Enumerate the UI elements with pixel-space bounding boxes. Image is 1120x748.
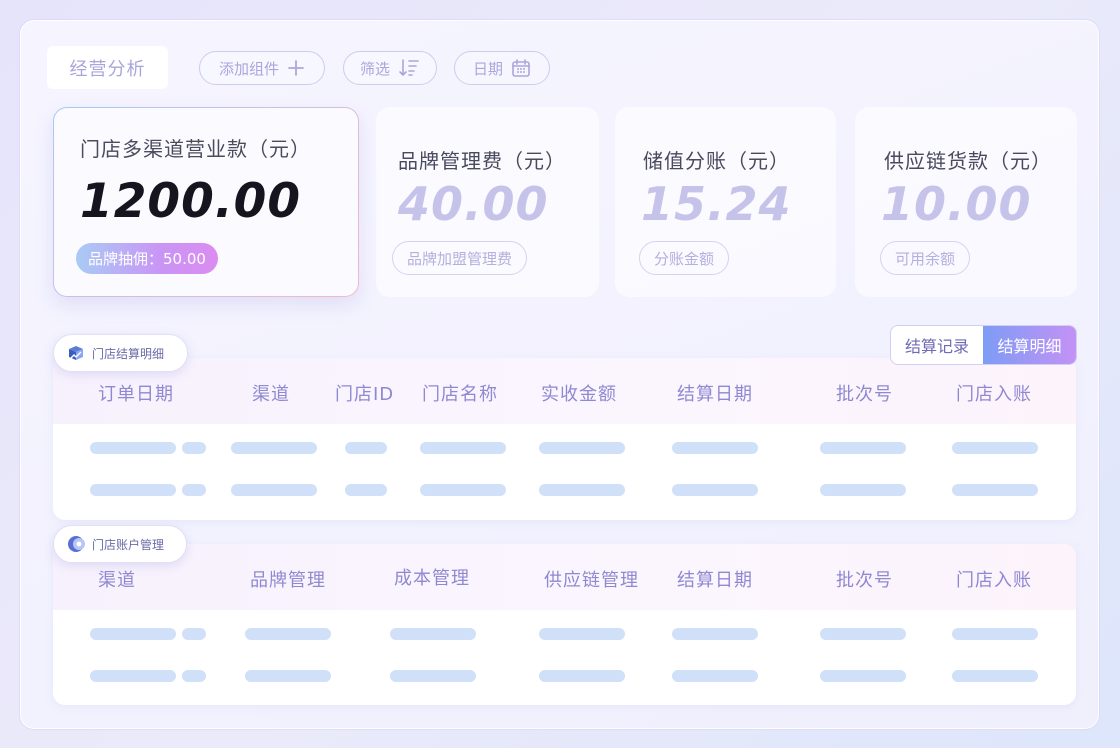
column-header: 订单日期 bbox=[98, 384, 174, 405]
column-header: 结算日期 bbox=[677, 384, 753, 405]
placeholder-bar bbox=[390, 628, 476, 640]
placeholder-bar bbox=[182, 484, 206, 496]
stat-card-brand-fee[interactable]: 品牌管理费（元） 40.00 品牌加盟管理费 bbox=[376, 107, 599, 297]
placeholder-bar bbox=[245, 628, 331, 640]
placeholder-bar bbox=[90, 670, 176, 682]
stat-card-store-revenue[interactable]: 门店多渠道营业款（元） 1200.00 品牌抽佣：50.00 bbox=[53, 107, 359, 297]
date-label: 日期 bbox=[472, 59, 503, 78]
card-pill[interactable]: 可用余额 bbox=[880, 241, 971, 275]
placeholder-bar bbox=[345, 442, 387, 454]
calendar-icon bbox=[512, 59, 530, 77]
column-header: 批次号 bbox=[836, 384, 893, 405]
card-value: 40.00 bbox=[398, 177, 549, 231]
wallet-icon bbox=[68, 536, 85, 552]
card-pill[interactable]: 品牌加盟管理费 bbox=[392, 241, 528, 275]
column-header: 渠道 bbox=[252, 384, 290, 405]
placeholder-bar bbox=[90, 628, 176, 640]
placeholder-bar bbox=[820, 670, 906, 682]
chart-cube-icon bbox=[69, 346, 83, 360]
placeholder-bar bbox=[390, 670, 476, 682]
settlement-tag-label: 门店结算明细 bbox=[92, 346, 165, 361]
stat-card-stored-value[interactable]: 储值分账（元） 15.24 分账金额 bbox=[615, 107, 836, 297]
placeholder-bar bbox=[90, 442, 176, 454]
stat-card-supply-chain[interactable]: 供应链货款（元） 10.00 可用余额 bbox=[855, 107, 1077, 297]
column-header: 门店ID bbox=[335, 384, 395, 405]
column-header: 供应链管理 bbox=[544, 570, 639, 591]
placeholder-bar bbox=[820, 442, 906, 454]
placeholder-bar bbox=[952, 484, 1038, 496]
placeholder-bar bbox=[182, 628, 206, 640]
filter-button[interactable]: 筛选 bbox=[343, 51, 437, 85]
column-header: 门店名称 bbox=[422, 384, 498, 405]
placeholder-bar bbox=[820, 628, 906, 640]
placeholder-bar bbox=[420, 442, 506, 454]
settlement-view-toggle[interactable]: 结算记录 结算明细 bbox=[890, 325, 1077, 365]
placeholder-bar bbox=[539, 628, 625, 640]
date-button[interactable]: 日期 bbox=[454, 51, 550, 85]
page-title: 经营分析 bbox=[47, 46, 168, 89]
table-header: 订单日期 渠道 门店ID 门店名称 实收金额 结算日期 批次号 门店入账 bbox=[53, 358, 1076, 424]
placeholder-bar bbox=[231, 442, 317, 454]
placeholder-bar bbox=[539, 484, 625, 496]
column-header: 渠道 bbox=[98, 570, 136, 591]
column-header: 结算日期 bbox=[677, 570, 753, 591]
account-table: 渠道 品牌管理 成本管理 供应链管理 结算日期 批次号 门店入账 bbox=[53, 544, 1076, 705]
placeholder-bar bbox=[952, 670, 1038, 682]
placeholder-bar bbox=[345, 484, 387, 496]
filter-label: 筛选 bbox=[359, 59, 390, 78]
settlement-tag[interactable]: 门店结算明细 bbox=[53, 334, 188, 372]
placeholder-bar bbox=[820, 484, 906, 496]
placeholder-bar bbox=[952, 442, 1038, 454]
placeholder-bar bbox=[539, 670, 625, 682]
card-value: 15.24 bbox=[641, 177, 792, 231]
placeholder-bar bbox=[952, 628, 1038, 640]
sort-icon bbox=[399, 59, 419, 76]
settlement-table: 订单日期 渠道 门店ID 门店名称 实收金额 结算日期 批次号 门店入账 bbox=[53, 358, 1076, 520]
card-pill[interactable]: 分账金额 bbox=[639, 241, 730, 275]
card-label: 门店多渠道营业款（元） bbox=[80, 137, 311, 161]
commission-badge: 品牌抽佣：50.00 bbox=[76, 243, 218, 274]
placeholder-bar bbox=[672, 670, 758, 682]
table-header: 渠道 品牌管理 成本管理 供应链管理 结算日期 批次号 门店入账 bbox=[53, 544, 1076, 610]
placeholder-bar bbox=[420, 484, 506, 496]
column-header: 批次号 bbox=[836, 570, 893, 591]
tab-settlement-records[interactable]: 结算记录 bbox=[891, 326, 983, 364]
placeholder-bar bbox=[182, 442, 206, 454]
placeholder-bar bbox=[539, 442, 625, 454]
placeholder-bar bbox=[182, 670, 206, 682]
column-header: 门店入账 bbox=[956, 570, 1032, 591]
account-tag[interactable]: 门店账户管理 bbox=[53, 525, 187, 563]
account-tag-label: 门店账户管理 bbox=[92, 537, 165, 552]
card-label: 储值分账（元） bbox=[643, 149, 790, 173]
placeholder-bar bbox=[672, 628, 758, 640]
column-header: 成本管理 bbox=[394, 568, 470, 589]
column-header: 门店入账 bbox=[956, 384, 1032, 405]
add-widget-label: 添加组件 bbox=[218, 59, 279, 78]
placeholder-bar bbox=[90, 484, 176, 496]
plus-icon bbox=[288, 60, 304, 76]
tab-settlement-details[interactable]: 结算明细 bbox=[983, 326, 1076, 364]
card-label: 供应链货款（元） bbox=[884, 149, 1052, 173]
card-value: 10.00 bbox=[881, 177, 1032, 231]
placeholder-bar bbox=[245, 670, 331, 682]
column-header: 实收金额 bbox=[541, 384, 617, 405]
card-value: 1200.00 bbox=[80, 174, 302, 229]
card-label: 品牌管理费（元） bbox=[398, 149, 566, 173]
column-header: 品牌管理 bbox=[250, 570, 326, 591]
placeholder-bar bbox=[231, 484, 317, 496]
placeholder-bar bbox=[672, 484, 758, 496]
placeholder-bar bbox=[672, 442, 758, 454]
add-widget-button[interactable]: 添加组件 bbox=[199, 51, 325, 85]
